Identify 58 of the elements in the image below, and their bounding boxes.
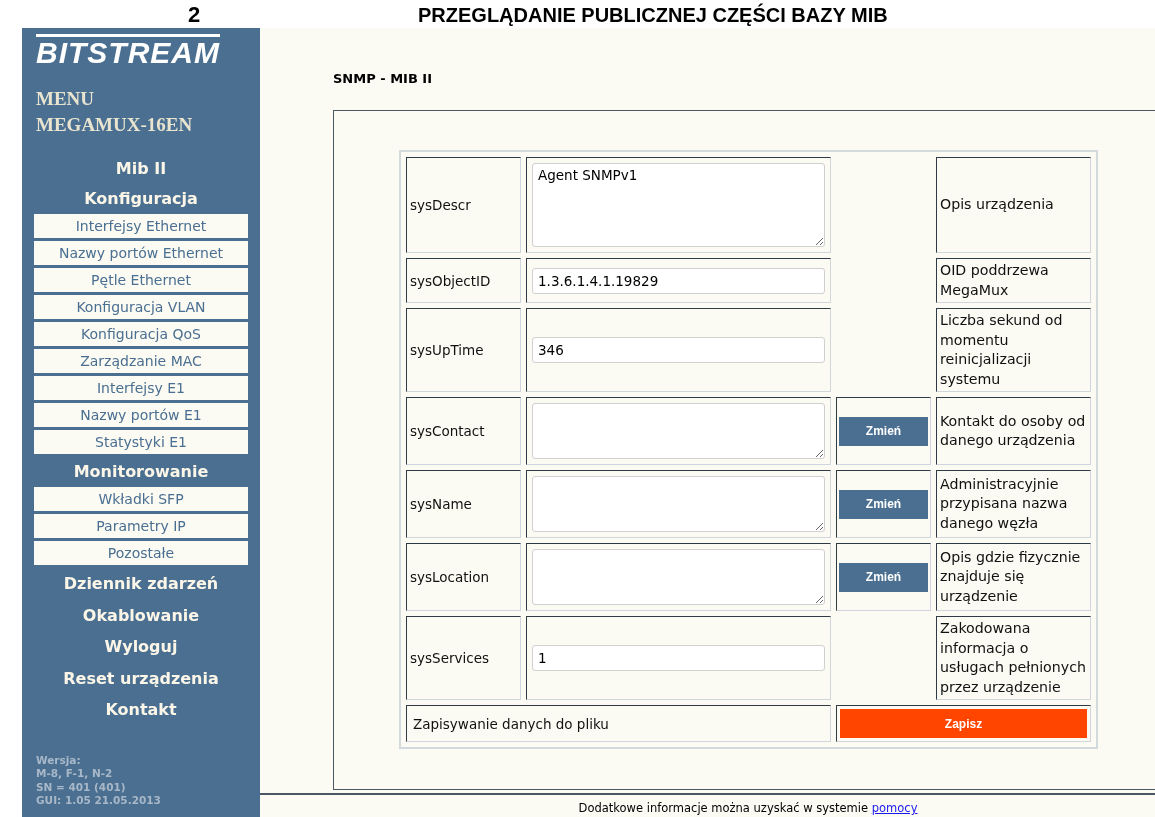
field-label: sysName — [406, 470, 521, 538]
field-label: sysUpTime — [406, 308, 521, 392]
text-area[interactable] — [532, 403, 825, 459]
field-label: sysServices — [406, 616, 521, 700]
text-area[interactable] — [532, 476, 825, 532]
menu-title: MEGAMUX-16EN — [36, 113, 194, 137]
field-description: Kontakt do osoby od danego urządzenia — [936, 397, 1091, 465]
menu-section[interactable]: Kontakt — [99, 694, 183, 726]
field-description: Liczba sekund od momentu reinicjalizacji systemu — [936, 308, 1091, 392]
field-label: sysLocation — [406, 543, 521, 611]
text-area[interactable] — [532, 549, 825, 605]
menu-section[interactable]: Konfiguracja — [78, 184, 204, 214]
page-title: SNMP - MIB II — [333, 71, 434, 88]
menu-item[interactable]: Nazwy portów Ethernet — [34, 241, 248, 265]
menu-section[interactable]: Dziennik zdarzeń — [57, 568, 225, 600]
version-info: SN = 401 (401) — [36, 780, 127, 795]
menu-section[interactable]: Mib II — [109, 154, 173, 184]
field-description: Zakodowana informacja o usługach pełnionych przez urządzenie — [936, 616, 1091, 700]
version-info: Wersja: — [36, 753, 82, 768]
menu-item[interactable]: Pętle Ethernet — [34, 268, 248, 292]
save-label: Zapisywanie danych do pliku — [406, 705, 831, 742]
version-info: GUI: 1.05 21.05.2013 — [36, 794, 162, 808]
menu-item[interactable]: Konfiguracja QoS — [34, 322, 248, 346]
field-description: Opis gdzie fizycznie znajduje się urządzenie — [936, 543, 1091, 611]
menu-item[interactable]: Parametry IP — [34, 514, 248, 538]
save-button[interactable]: Zapisz — [840, 709, 1087, 738]
menu-section[interactable]: Reset urządzenia — [57, 662, 225, 695]
menu-item[interactable]: Zarządzanie MAC — [34, 349, 248, 373]
input-field[interactable]: 1.3.6.1.4.1.19829 — [532, 267, 825, 294]
field-label: sysContact — [406, 397, 521, 465]
change-button[interactable]: Zmień — [839, 416, 928, 446]
text-area[interactable]: Agent SNMPv1 — [532, 163, 825, 247]
menu-item[interactable]: Wkładki SFP — [34, 487, 248, 511]
menu-section[interactable]: Wyloguj — [98, 631, 184, 663]
field-label: sysObjectID — [406, 258, 521, 303]
logo: BITSTREAM — [36, 34, 220, 68]
field-description: Opis urządzenia — [936, 157, 1091, 253]
menu-item[interactable]: Interfejsy E1 — [34, 376, 248, 400]
change-button[interactable]: Zmień — [839, 562, 928, 592]
field-description: Administracyjnie przypisana nazwa danego węzła — [936, 470, 1091, 538]
menu-item[interactable]: Nazwy portów E1 — [34, 403, 248, 427]
help-text: Dodatkowe informacje można uzyskać w systemie pomocy — [577, 800, 919, 817]
menu-title: MENU — [36, 87, 96, 111]
menu-item[interactable]: Konfiguracja VLAN — [34, 295, 248, 319]
input-field[interactable]: 346 — [532, 337, 825, 363]
change-button[interactable]: Zmień — [839, 489, 928, 519]
menu-item[interactable]: Interfejsy Ethernet — [34, 214, 248, 238]
menu-item[interactable]: Statystyki E1 — [34, 430, 248, 454]
field-label: sysDescr — [406, 157, 521, 253]
menu-section[interactable]: Monitorowanie — [67, 457, 215, 487]
field-description: OID poddrzewa MegaMux — [936, 258, 1091, 303]
menu-section[interactable]: Okablowanie — [76, 599, 206, 632]
section-heading: PRZEGLĄDANIE PUBLICZNEJ CZĘŚCI BAZY MIB — [418, 2, 888, 28]
menu-item[interactable]: Pozostałe — [34, 541, 248, 565]
input-field[interactable]: 1 — [532, 645, 825, 671]
version-info: M-8, F-1, N-2 — [36, 767, 114, 781]
section-number: 2 — [188, 2, 202, 28]
help-link[interactable]: pomocy — [871, 801, 918, 815]
